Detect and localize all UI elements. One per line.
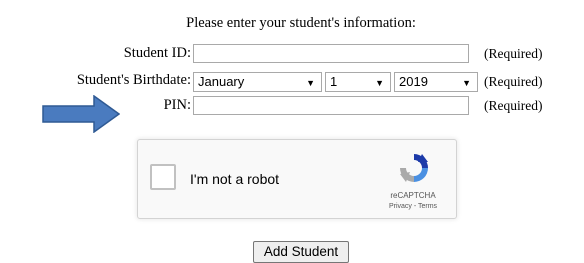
month-value: January <box>198 74 245 89</box>
dropdown-arrow-icon: ▼ <box>306 78 315 88</box>
year-value: 2019 <box>399 74 428 89</box>
right-arrow-icon <box>42 94 121 138</box>
month-select[interactable]: January ▼ <box>193 72 322 92</box>
year-select[interactable]: 2019 ▼ <box>394 72 478 92</box>
dropdown-arrow-icon: ▼ <box>462 78 471 88</box>
dropdown-arrow-icon: ▼ <box>375 78 384 88</box>
pin-label: PIN: <box>163 97 191 113</box>
birthdate-label: Student's Birthdate: <box>76 72 191 88</box>
recaptcha-brand: reCAPTCHA <box>390 191 436 200</box>
recaptcha-label: I'm not a robot <box>190 171 280 187</box>
birthdate-required: (Required) <box>484 74 543 89</box>
student-id-input[interactable] <box>193 44 469 63</box>
pin-input[interactable] <box>193 96 469 115</box>
student-id-label: Student ID: <box>123 45 191 61</box>
recaptcha-widget: I'm not a robot reCAPTCHA Privacy - Term… <box>137 139 457 219</box>
student-id-required: (Required) <box>484 46 543 61</box>
recaptcha-icon <box>396 150 432 191</box>
day-select[interactable]: 1 ▼ <box>325 72 391 92</box>
recaptcha-privacy-terms-link[interactable]: Privacy - Terms <box>372 203 454 210</box>
form-heading: Please enter your student's information: <box>186 15 416 31</box>
day-value: 1 <box>330 74 338 89</box>
recaptcha-checkbox[interactable] <box>150 164 176 190</box>
pin-required: (Required) <box>484 98 543 113</box>
add-student-button[interactable]: Add Student <box>253 241 349 263</box>
